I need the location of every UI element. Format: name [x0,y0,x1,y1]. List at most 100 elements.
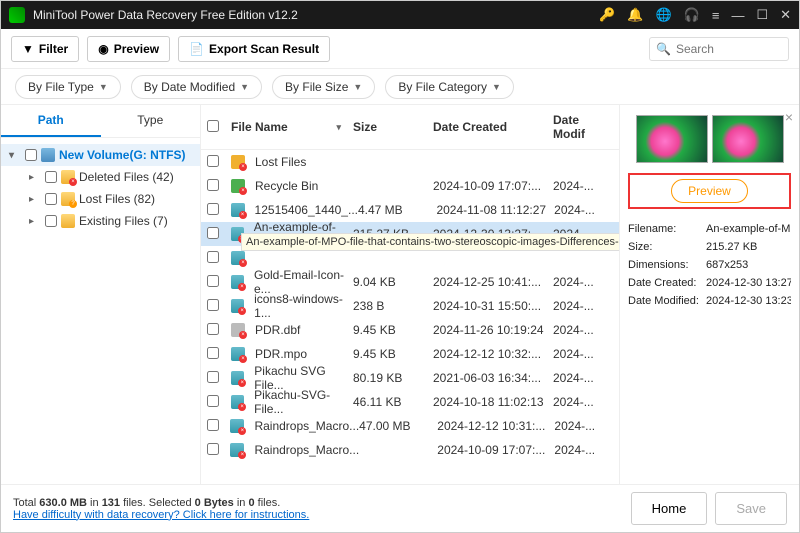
tree-item-existing[interactable]: ▸ Existing Files (7) [1,210,200,232]
table-header: File Name▾ Size Date Created Date Modif [201,105,619,150]
select-all-checkbox[interactable] [207,120,219,132]
meta-dimensions-value: 687x253 [706,259,791,271]
filter-file-type[interactable]: By File Type▼ [15,75,121,99]
row-checkbox[interactable] [207,251,219,263]
row-checkbox[interactable] [207,275,219,287]
col-name[interactable]: File Name▾ [231,120,353,134]
file-name: Raindrops_Macro... [254,443,359,457]
chevron-right-icon[interactable]: ▸ [29,194,41,205]
row-checkbox[interactable] [207,179,219,191]
close-icon[interactable]: ✕ [780,7,791,23]
file-icon: × [231,299,244,313]
table-row[interactable]: ×Raindrops_Macro...2024-10-09 17:07:...2… [201,438,619,462]
table-row[interactable]: ×12515406_1440_...4.47 MB2024-11-08 11:1… [201,198,619,222]
headset-icon[interactable]: 🎧 [684,7,700,23]
meta-created-value: 2024-12-30 13:27:42 [706,277,791,289]
globe-icon[interactable]: 🌐 [655,7,671,23]
row-checkbox[interactable] [207,227,219,239]
table-row[interactable]: ×PDR.mpo9.45 KB2024-12-12 10:32:...2024-… [201,342,619,366]
file-size: 46.11 KB [353,395,433,409]
file-icon: × [231,251,245,265]
titlebar: MiniTool Power Data Recovery Free Editio… [1,1,799,29]
filter-date-modified[interactable]: By Date Modified▼ [131,75,262,99]
table-row[interactable]: ×icons8-windows-1...238 B2024-10-31 15:5… [201,294,619,318]
menu-icon[interactable]: ≡ [712,8,720,23]
row-checkbox[interactable] [207,155,219,167]
tab-path[interactable]: Path [1,105,101,137]
preview-thumbnails [628,115,791,163]
maximize-icon[interactable]: ☐ [756,7,768,23]
row-checkbox[interactable] [207,371,219,383]
chevron-right-icon[interactable]: ▸ [29,216,41,227]
meta-modified-label: Date Modified: [628,295,706,307]
key-icon[interactable]: 🔑 [599,7,615,23]
file-name: Recycle Bin [255,179,318,193]
search-icon: 🔍 [656,42,671,56]
search-input-wrap[interactable]: 🔍 [649,37,789,61]
save-button[interactable]: Save [715,492,787,525]
toolbar: ▼Filter ◉Preview 📄Export Scan Result 🔍 [1,29,799,69]
col-size[interactable]: Size [353,120,433,134]
row-checkbox[interactable] [207,299,219,311]
file-name: Lost Files [255,155,306,169]
file-created: 2024-10-09 17:07:... [437,443,554,457]
filter-file-category[interactable]: By File Category▼ [385,75,514,99]
row-checkbox[interactable] [207,419,219,431]
minimize-icon[interactable]: — [731,8,744,23]
tree-item-deleted[interactable]: ▸ × Deleted Files (42) [1,166,200,188]
tab-type[interactable]: Type [101,105,201,137]
file-size: 9.45 KB [353,347,433,361]
table-row[interactable]: ×Pikachu-SVG-File...46.11 KB2024-10-18 1… [201,390,619,414]
tree-checkbox[interactable] [45,193,57,205]
table-row[interactable]: ×PDR.dbf9.45 KB2024-11-26 10:19:242024-.… [201,318,619,342]
file-modified: 2024-... [553,395,613,409]
table-row[interactable]: ×Gold-Email-Icon-e...9.04 KB2024-12-25 1… [201,270,619,294]
col-modified[interactable]: Date Modif [553,113,613,141]
preview-button[interactable]: Preview [671,179,748,203]
tree-root[interactable]: ▾ New Volume(G: NTFS) [1,144,200,166]
table-row[interactable]: ×Pikachu SVG File...80.19 KB2021-06-03 1… [201,366,619,390]
file-created: 2024-11-08 11:12:27 [436,203,554,217]
filter-button[interactable]: ▼Filter [11,36,79,62]
preview-button-highlight: Preview [628,173,791,209]
help-link[interactable]: Have difficulty with data recovery? Clic… [13,509,309,521]
row-checkbox[interactable] [207,443,219,455]
file-icon: × [230,419,244,433]
row-checkbox[interactable] [207,347,219,359]
preview-toolbar-button[interactable]: ◉Preview [87,36,170,62]
preview-close-icon[interactable]: × [785,109,793,125]
file-icon: × [231,323,245,337]
main-area: Path Type ▾ New Volume(G: NTFS) ▸ × Dele… [1,105,799,484]
bell-icon[interactable]: 🔔 [627,7,643,23]
export-button[interactable]: 📄Export Scan Result [178,36,330,62]
file-created: 2024-12-12 10:32:... [433,347,553,361]
meta-created-label: Date Created: [628,277,706,289]
tree-root-checkbox[interactable] [25,149,37,161]
drive-icon [41,148,55,162]
home-button[interactable]: Home [631,492,708,525]
file-created: 2024-10-31 15:50:... [433,299,553,313]
table-row[interactable]: ×Raindrops_Macro...47.00 MB2024-12-12 10… [201,414,619,438]
chevron-down-icon[interactable]: ▾ [9,150,21,161]
file-modified: 2024-... [554,443,613,457]
tree-checkbox[interactable] [45,215,57,227]
filter-file-size[interactable]: By File Size▼ [272,75,375,99]
chevron-right-icon[interactable]: ▸ [29,172,41,183]
row-checkbox[interactable] [207,323,219,335]
tree-checkbox[interactable] [45,171,57,183]
file-icon: × [231,179,245,193]
window-title: MiniTool Power Data Recovery Free Editio… [33,8,587,22]
file-name: Raindrops_Macro... [254,419,359,433]
row-checkbox[interactable] [207,395,219,407]
file-size: 238 B [353,299,433,313]
table-row[interactable]: ×Recycle Bin2024-10-09 17:07:...2024-... [201,174,619,198]
statusbar: Total 630.0 MB in 131 files. Selected 0 … [1,484,799,532]
file-modified: 2024-... [553,299,613,313]
app-logo-icon [9,7,25,23]
meta-dimensions-label: Dimensions: [628,259,706,271]
tree-item-lost[interactable]: ▸ ? Lost Files (82) [1,188,200,210]
row-checkbox[interactable] [207,203,219,215]
table-row[interactable]: ×Lost Files [201,150,619,174]
col-created[interactable]: Date Created [433,120,553,134]
search-input[interactable] [676,42,782,56]
